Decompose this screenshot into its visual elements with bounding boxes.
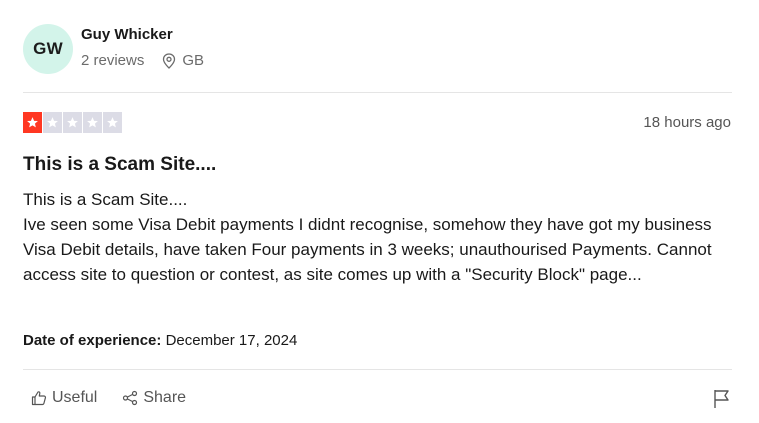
avatar[interactable]: GW [23,24,73,74]
thumbs-up-icon [31,391,47,406]
star-rating [23,112,122,133]
star-icon [23,112,42,133]
star-icon [63,112,82,133]
reviewer-name[interactable]: Guy Whicker [81,25,204,45]
star-icon [83,112,102,133]
review-card: GW Guy Whicker 2 reviews GB 18 hours ago… [0,0,759,423]
divider [23,92,732,93]
divider [23,369,732,370]
experience-date: December 17, 2024 [165,332,298,349]
review-title[interactable]: This is a Scam Site.... [23,153,216,177]
reviewer-meta: 2 reviews GB [81,51,204,71]
review-time: 18 hours ago [643,114,731,131]
reviewer-location: GB [162,51,204,71]
useful-button[interactable]: Useful [31,389,97,407]
review-count: 2 reviews [81,52,145,69]
useful-label: Useful [52,389,98,406]
map-pin-icon [163,53,176,69]
share-button[interactable]: Share [122,389,186,407]
share-label: Share [143,389,187,406]
flag-icon[interactable] [713,389,731,409]
review-body: This is a Scam Site.... Ive seen some Vi… [23,190,712,284]
star-icon [103,112,122,133]
reviewer-info: Guy Whicker 2 reviews GB [81,25,204,71]
reviewer-header: GW Guy Whicker 2 reviews GB [23,24,204,74]
date-of-experience: Date of experience: December 17, 2024 [23,331,297,351]
star-icon [43,112,62,133]
share-icon [123,390,138,406]
location-code: GB [182,52,205,69]
experience-label: Date of experience: [23,332,162,349]
review-actions: Useful Share [31,389,186,407]
